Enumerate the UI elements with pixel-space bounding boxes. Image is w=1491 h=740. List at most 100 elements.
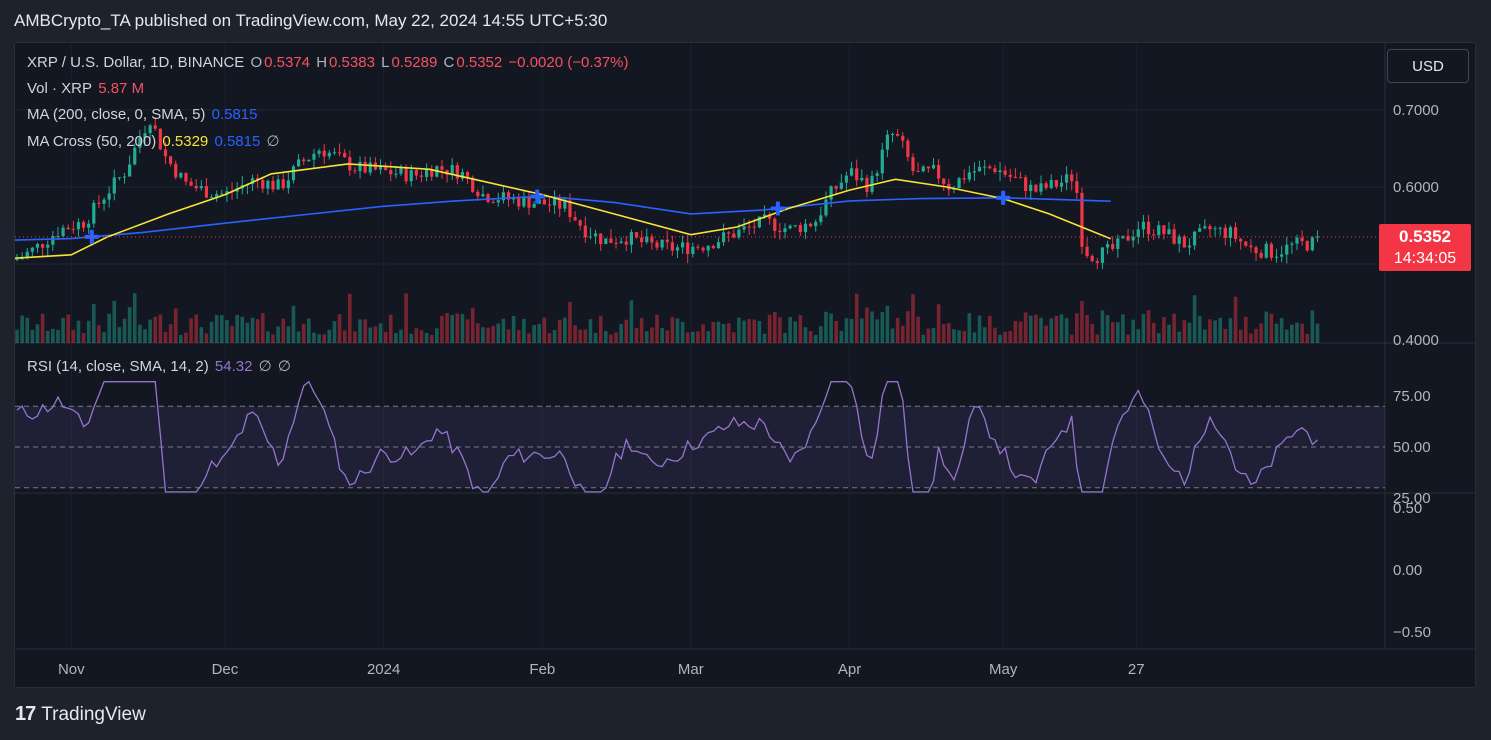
volume-bar — [767, 314, 772, 343]
cross-marker-v — [535, 189, 540, 204]
volume-label[interactable]: Vol · XRP — [27, 80, 92, 97]
candle-body — [1264, 243, 1268, 258]
volume-bar — [1290, 324, 1294, 343]
volume-bar — [266, 331, 270, 343]
candle-body — [665, 239, 669, 243]
candle-body — [711, 245, 715, 249]
candle-body — [921, 166, 925, 172]
volume-bar — [1013, 321, 1018, 343]
candle-body — [199, 186, 203, 189]
volume-bar — [450, 314, 454, 343]
candle-body — [327, 152, 331, 157]
candle-body — [1049, 179, 1053, 189]
candle-body — [624, 241, 628, 245]
volume-bar — [598, 315, 603, 343]
candle-body — [491, 202, 495, 204]
candle-body — [414, 170, 418, 176]
candle-body — [322, 150, 326, 157]
price-tick-label: 0.7000 — [1393, 102, 1439, 119]
volume-bar — [76, 320, 81, 343]
volume-bar — [1126, 334, 1130, 343]
volume-bar — [1044, 325, 1048, 343]
volume-bar — [1141, 313, 1146, 343]
time-tick-label: May — [989, 661, 1018, 678]
volume-bar — [173, 308, 178, 343]
candle-body — [184, 173, 188, 182]
volume-bar — [184, 332, 188, 343]
volume-bar — [1244, 316, 1248, 343]
volume-bar — [1110, 321, 1115, 343]
currency-button[interactable]: USD — [1387, 49, 1469, 83]
volume-bar — [1136, 329, 1141, 343]
volume-bar — [824, 311, 828, 343]
volume-bar — [491, 325, 495, 343]
volume-bar — [61, 317, 65, 343]
candle-body — [803, 223, 808, 233]
ma200-line — [15, 195, 1111, 241]
time-tick-label: Feb — [529, 661, 555, 678]
candle-body — [752, 226, 756, 228]
volume-bar — [81, 333, 86, 343]
volume-bar — [936, 304, 941, 343]
ma-label[interactable]: MA (200, close, 0, SMA, 5) — [27, 106, 205, 123]
volume-bar — [1315, 323, 1320, 343]
candle-body — [363, 161, 367, 173]
candle-body — [737, 229, 741, 238]
rsi-tick-label: 75.00 — [1393, 388, 1431, 405]
candle-body — [194, 185, 198, 189]
volume-bar — [332, 321, 337, 343]
volume-bar — [235, 314, 239, 343]
volume-bar — [568, 302, 572, 343]
candle-body — [578, 220, 582, 226]
volume-bar — [179, 334, 183, 343]
volume-bar — [680, 321, 685, 343]
candle-body — [450, 165, 454, 175]
candle-body — [368, 162, 372, 173]
volume-bar — [45, 330, 50, 343]
rsi-label[interactable]: RSI (14, close, SMA, 14, 2) — [27, 358, 209, 375]
candle-body — [983, 166, 987, 168]
volume-bar — [844, 318, 849, 343]
candle-body — [829, 186, 833, 200]
volume-bar — [1018, 321, 1023, 343]
tradingview-footer[interactable]: 17 TradingView — [15, 703, 146, 726]
candle-body — [1187, 245, 1192, 248]
volume-bar — [276, 326, 280, 343]
volume-bar — [1008, 330, 1013, 343]
candle-body — [1152, 234, 1156, 236]
candle-body — [604, 238, 608, 245]
volume-bar — [1167, 324, 1171, 343]
candle-body — [286, 180, 290, 189]
cross-marker-v — [1001, 190, 1006, 205]
volume-bar — [1182, 320, 1187, 343]
candle-body — [128, 164, 132, 177]
candle-body — [993, 168, 997, 173]
volume-bar — [1284, 329, 1289, 343]
candle-body — [46, 244, 50, 248]
ma-cross-marker — [996, 190, 1011, 205]
volume-bar — [998, 334, 1002, 343]
volume-bar — [363, 319, 367, 343]
volume-bar — [122, 318, 127, 343]
candle-body — [1162, 225, 1166, 235]
volume-bar — [880, 312, 885, 343]
volume-bar — [419, 330, 424, 343]
candle-body — [1065, 174, 1069, 183]
volume-bar — [1295, 322, 1299, 343]
ma-cross-label[interactable]: MA Cross (50, 200) — [27, 133, 156, 150]
candle-body — [204, 186, 209, 198]
volume-bar — [353, 331, 357, 343]
volume-bar — [732, 332, 736, 343]
candle-body — [1228, 227, 1233, 238]
volume-bar — [286, 326, 291, 343]
chart-frame[interactable]: 0.7000 0.6000 0.4000 Nov Dec 2024 Feb Mar Apr May… — [14, 42, 1476, 688]
volume-bar — [737, 317, 741, 343]
last-price-value: 0.5352 — [1399, 227, 1451, 246]
volume-bar — [496, 323, 501, 343]
symbol-title[interactable]: XRP / U.S. Dollar, 1D, BINANCE — [27, 54, 244, 71]
volume-bar — [470, 307, 475, 343]
candle-body — [174, 163, 178, 178]
volume-bar — [383, 331, 388, 343]
candle-body — [25, 251, 29, 257]
volume-bar — [1233, 296, 1238, 343]
